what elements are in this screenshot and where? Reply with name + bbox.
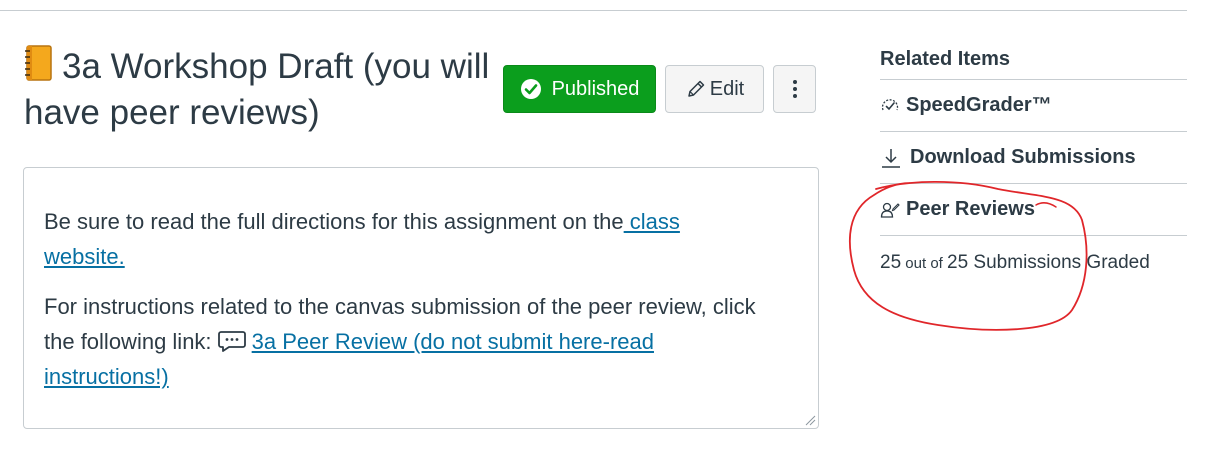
edit-label: Edit	[709, 77, 745, 100]
check-circle-icon	[520, 79, 541, 99]
notebook-icon	[25, 45, 52, 81]
related-items-heading: Related Items	[880, 38, 1187, 80]
more-options-button[interactable]	[773, 65, 816, 113]
peer-reviews-label: Peer Reviews	[906, 198, 1035, 220]
discussion-icon	[217, 331, 246, 352]
page-title: 3a Workshop Draft (you will have peer re…	[24, 44, 494, 136]
page-title-text: 3a Workshop Draft (you will have peer re…	[24, 47, 490, 132]
top-divider	[0, 10, 1187, 11]
more-vertical-icon	[792, 80, 797, 98]
edit-button[interactable]: Edit	[665, 65, 764, 113]
resize-handle-icon[interactable]	[804, 414, 816, 426]
description-text-1: Be sure to read the full directions for …	[44, 209, 624, 234]
peer-reviews-link[interactable]: Peer Reviews	[880, 184, 1187, 236]
published-label: Published	[551, 77, 640, 100]
pencil-icon	[688, 80, 705, 97]
graded-count: 25	[880, 252, 902, 273]
speedgrader-icon	[881, 98, 899, 110]
description-paragraph-2: For instructions related to the canvas s…	[44, 289, 764, 394]
download-icon	[882, 148, 900, 168]
graded-total: 25	[947, 252, 969, 273]
speedgrader-link[interactable]: SpeedGrader™	[880, 80, 1187, 132]
description-content: Be sure to read the full directions for …	[44, 204, 764, 409]
assignment-page: 3a Workshop Draft (you will have peer re…	[0, 0, 1215, 453]
graded-suffix: Submissions Graded	[968, 252, 1150, 273]
graded-out-of: out of	[901, 255, 948, 272]
speedgrader-label: SpeedGrader™	[906, 94, 1052, 116]
peer-reviews-icon	[880, 202, 900, 218]
published-button[interactable]: Published	[503, 65, 656, 113]
assignment-description: Be sure to read the full directions for …	[23, 167, 819, 429]
download-submissions-label: Download Submissions	[910, 146, 1136, 168]
related-items-sidebar: Related Items SpeedGrader™ Download Subm…	[880, 38, 1187, 274]
graded-summary: 25 out of 25 Submissions Graded	[880, 252, 1187, 274]
description-paragraph-1: Be sure to read the full directions for …	[44, 204, 764, 274]
download-submissions-link[interactable]: Download Submissions	[880, 132, 1187, 184]
